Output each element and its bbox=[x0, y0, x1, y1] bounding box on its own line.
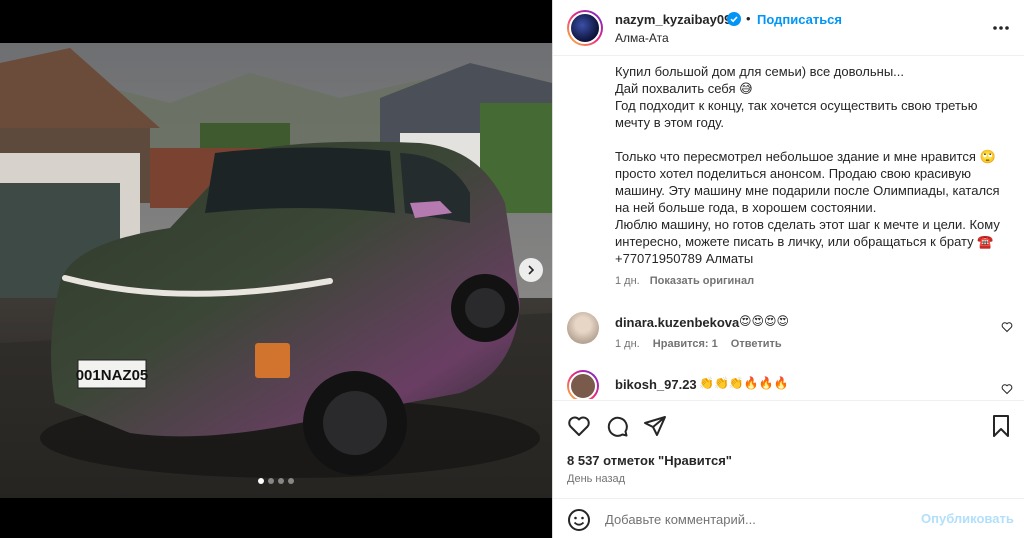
bookmark-icon[interactable] bbox=[989, 414, 1013, 438]
see-original-button[interactable]: Показать оригинал bbox=[650, 275, 754, 287]
carousel-dot bbox=[288, 478, 294, 484]
comment-username[interactable]: dinara.kuzenbekova bbox=[615, 315, 739, 330]
comment-avatar[interactable] bbox=[567, 312, 599, 344]
post-side-panel: nazym_kyzaibay09 • Подписаться Алма-Ата … bbox=[552, 0, 1024, 538]
post-location[interactable]: Алма-Ата bbox=[615, 31, 669, 45]
post-media: 001NAZ05 bbox=[0, 0, 552, 538]
comment-like-heart-icon[interactable] bbox=[1001, 383, 1013, 395]
publish-button[interactable]: Опубликовать bbox=[921, 511, 1014, 526]
comment-time: 1 дн. bbox=[615, 338, 640, 350]
heart-icon[interactable] bbox=[567, 414, 591, 438]
comment-meta: 1 дн. Нравится: 1 Ответить bbox=[615, 338, 792, 350]
comment-text: 😍😍😍😍 bbox=[739, 314, 790, 328]
comment-text: 👏👏👏🔥🔥🔥 bbox=[699, 376, 789, 390]
emoji-icon[interactable] bbox=[567, 508, 591, 532]
author-avatar[interactable] bbox=[567, 10, 603, 46]
caption-meta: 1 дн. Показать оригинал bbox=[615, 275, 754, 287]
instagram-post-modal: 001NAZ05 nazym_kyzaibay09 • Подписаться … bbox=[0, 0, 1024, 538]
carousel-dot-active bbox=[258, 478, 264, 484]
send-icon[interactable] bbox=[643, 414, 667, 438]
verified-badge-icon bbox=[727, 12, 741, 26]
chevron-right-icon bbox=[528, 265, 535, 275]
comment-username[interactable]: bikosh_97.23 bbox=[615, 377, 697, 392]
carousel-dot bbox=[278, 478, 284, 484]
comment-input[interactable] bbox=[605, 509, 905, 529]
add-comment-row: Опубликовать bbox=[553, 498, 1024, 538]
likes-count[interactable]: 8 537 отметок "Нравится" bbox=[567, 453, 732, 468]
author-username[interactable]: nazym_kyzaibay09 bbox=[615, 12, 731, 27]
post-date[interactable]: День назад bbox=[567, 473, 625, 485]
comments-scroll-area[interactable]: Купил большой дом для семьи) все довольн… bbox=[553, 57, 1024, 399]
reply-button[interactable]: Ответить bbox=[731, 338, 782, 350]
post-photo[interactable]: 001NAZ05 bbox=[0, 43, 552, 498]
license-plate: 001NAZ05 bbox=[76, 367, 149, 384]
comment-like-heart-icon[interactable] bbox=[1001, 321, 1013, 333]
follow-button[interactable]: Подписаться bbox=[757, 12, 842, 27]
post-caption: Купил большой дом для семьи) все довольн… bbox=[615, 64, 1000, 266]
header-separator: • bbox=[746, 11, 751, 26]
carousel-dot bbox=[268, 478, 274, 484]
comment-likes[interactable]: Нравится: 1 bbox=[653, 338, 718, 350]
post-header: nazym_kyzaibay09 • Подписаться Алма-Ата bbox=[553, 0, 1024, 56]
caption-time: 1 дн. bbox=[615, 275, 640, 287]
comment-icon[interactable] bbox=[605, 414, 629, 438]
more-horizontal-icon[interactable] bbox=[991, 18, 1011, 38]
post-actions-bar bbox=[553, 400, 1024, 446]
car-photo-illustration: 001NAZ05 bbox=[0, 43, 552, 498]
carousel-next-button[interactable] bbox=[519, 258, 543, 282]
carousel-dots bbox=[258, 478, 294, 484]
comment-avatar[interactable] bbox=[567, 370, 599, 399]
